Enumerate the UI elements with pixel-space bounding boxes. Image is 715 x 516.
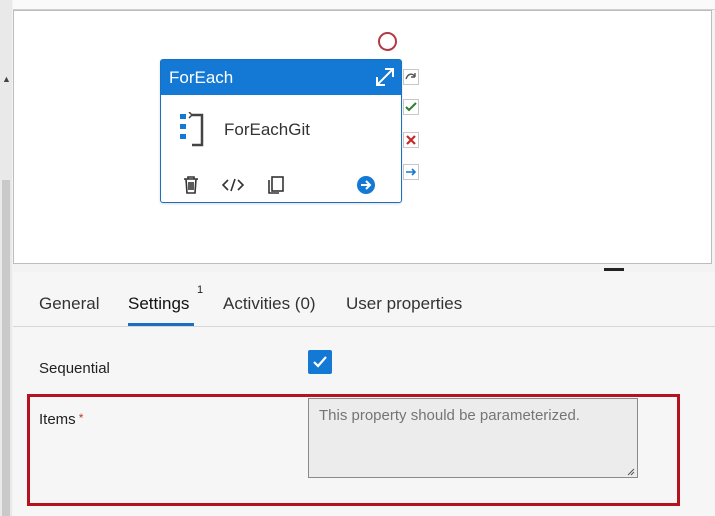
tab-settings[interactable]: Settings [128,294,189,314]
node-body: ForEachGit [161,95,401,155]
skip-icon[interactable] [403,69,419,85]
checkmark-icon [313,356,327,368]
resize-grip-icon[interactable] [627,468,635,476]
scroll-up-arrow-icon[interactable]: ▲ [2,74,11,84]
items-input[interactable] [308,398,638,478]
sequential-checkbox[interactable] [308,350,332,374]
copy-icon[interactable] [265,174,287,196]
foreach-icon [180,112,204,147]
failure-icon[interactable] [403,132,419,148]
tab-user-properties[interactable]: User properties [346,294,462,314]
success-icon[interactable] [403,99,419,115]
items-label: Items * [39,411,83,428]
tab-general[interactable]: General [39,294,99,314]
code-icon[interactable] [222,174,244,196]
node-actions [161,168,401,202]
navigate-arrow-icon[interactable] [355,174,377,196]
status-circle-icon [378,32,397,51]
node-type-label: ForEach [169,67,234,87]
left-scrollbar[interactable]: ▲ [0,0,12,516]
delete-icon[interactable] [180,174,202,196]
properties-panel: General Settings 1 Activities (0) User p… [13,272,715,516]
items-label-text: Items [39,411,76,428]
foreach-activity-node[interactable]: ForEach ForEachGit [160,59,402,203]
completion-icon[interactable] [403,164,419,180]
settings-badge: 1 [197,284,204,296]
node-name: ForEachGit [224,120,310,139]
canvas-top-edge [13,0,715,10]
active-tab-indicator [128,323,194,326]
scrollbar-thumb[interactable] [2,180,10,516]
tab-activities[interactable]: Activities (0) [223,294,316,314]
panel-splitter-handle[interactable] [604,268,624,271]
node-header: ForEach [161,60,401,95]
sequential-label: Sequential [39,360,110,377]
expand-icon[interactable] [374,66,396,88]
properties-tabs: General Settings 1 Activities (0) User p… [13,272,715,327]
required-mark: * [78,411,84,425]
